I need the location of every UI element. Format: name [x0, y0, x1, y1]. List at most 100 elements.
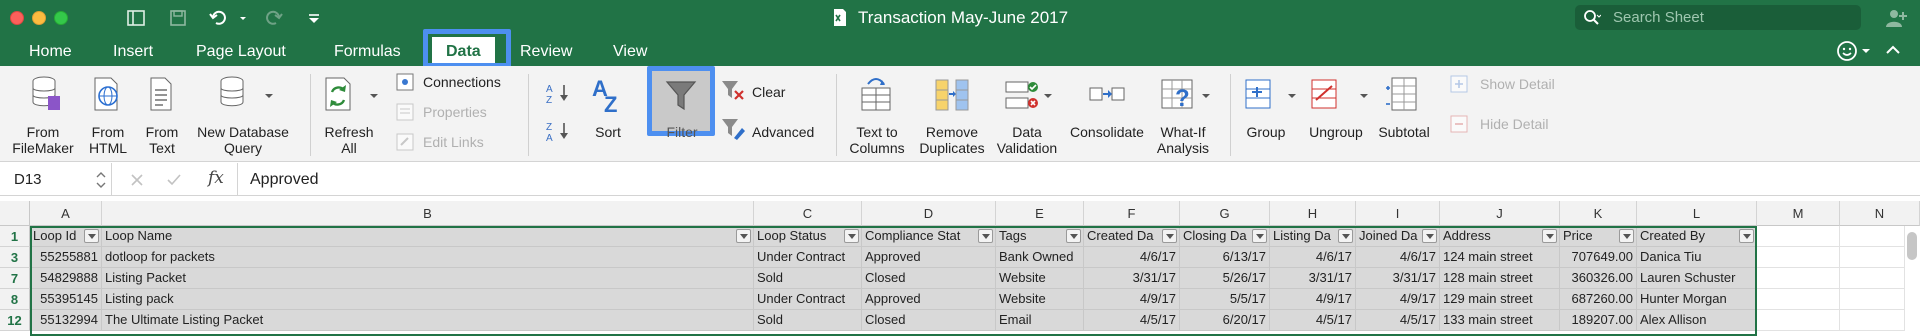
tab-home[interactable]: Home	[29, 37, 72, 66]
column-header-n[interactable]: N	[1840, 201, 1920, 226]
active-filter-dropdown-icon[interactable]	[978, 229, 993, 243]
zoom-window-button[interactable]	[54, 11, 68, 25]
advanced-button[interactable]: Advanced	[752, 123, 814, 141]
advanced-filter-icon[interactable]	[720, 116, 746, 142]
table-cell[interactable]: Bank Owned	[996, 247, 1084, 268]
row-header[interactable]: 8	[0, 289, 30, 310]
table-cell[interactable]: Email	[996, 310, 1084, 331]
group-button[interactable]: Group	[1242, 124, 1290, 140]
empty-cell[interactable]	[1757, 289, 1840, 310]
table-cell[interactable]: Under Contract	[754, 247, 862, 268]
clear-button[interactable]: Clear	[752, 83, 785, 101]
column-header-i[interactable]: I	[1356, 201, 1440, 226]
close-window-button[interactable]	[10, 11, 24, 25]
column-header-e[interactable]: E	[996, 201, 1084, 226]
table-cell[interactable]: Alex Allison	[1637, 310, 1757, 331]
table-cell[interactable]: 55395145	[30, 289, 102, 310]
sidebar-toggle-icon[interactable]	[126, 6, 146, 30]
sort-z-to-a-icon[interactable]: ZA	[544, 120, 572, 142]
what-if-dropdown-icon[interactable]	[1202, 92, 1210, 100]
filter-dropdown-icon[interactable]	[84, 229, 99, 243]
data-validation-icon[interactable]	[1004, 74, 1040, 114]
row-header[interactable]: 1	[0, 226, 30, 247]
table-cell[interactable]: 4/9/17	[1270, 289, 1356, 310]
table-cell[interactable]: 4/9/17	[1084, 289, 1180, 310]
tab-insert[interactable]: Insert	[113, 37, 153, 66]
text-to-columns-button[interactable]: Text to Columns	[846, 124, 908, 156]
select-all-corner[interactable]	[0, 201, 30, 226]
column-header-j[interactable]: J	[1440, 201, 1560, 226]
tab-view[interactable]: View	[613, 37, 647, 66]
row-header[interactable]: 7	[0, 268, 30, 289]
table-cell[interactable]: Sold	[754, 268, 862, 289]
remove-duplicates-button[interactable]: Remove Duplicates	[918, 124, 986, 156]
filemaker-database-icon[interactable]	[30, 74, 62, 114]
column-header-g[interactable]: G	[1180, 201, 1270, 226]
filter-dropdown-icon[interactable]	[1619, 229, 1634, 243]
empty-cell[interactable]	[1840, 226, 1905, 247]
table-cell[interactable]: Website	[996, 289, 1084, 310]
sort-a-to-z-icon[interactable]: AZ	[544, 82, 572, 104]
refresh-all-button[interactable]: Refresh All	[320, 124, 378, 156]
what-if-analysis-button[interactable]: What-If Analysis	[1152, 124, 1214, 156]
tab-page-layout[interactable]: Page Layout	[196, 37, 286, 66]
sort-az-icon[interactable]: AZ	[590, 74, 628, 116]
new-database-query-button[interactable]: New Database Query	[192, 124, 294, 156]
database-query-icon[interactable]	[218, 74, 252, 114]
ungroup-button[interactable]: Ungroup	[1304, 124, 1368, 140]
group-icon[interactable]	[1244, 74, 1274, 114]
filter-button[interactable]: Filter	[660, 124, 704, 140]
table-cell[interactable]: 4/6/17	[1084, 247, 1180, 268]
refresh-dropdown-icon[interactable]	[370, 92, 378, 100]
formula-value[interactable]: Approved	[250, 163, 319, 196]
empty-cell[interactable]	[1757, 268, 1840, 289]
undo-icon[interactable]	[208, 6, 230, 30]
vertical-scroll-thumb[interactable]	[1907, 232, 1917, 260]
tab-formulas[interactable]: Formulas	[334, 37, 401, 66]
table-cell[interactable]: 3/31/17	[1356, 268, 1440, 289]
html-globe-icon[interactable]	[92, 74, 122, 114]
table-cell[interactable]: 3/31/17	[1270, 268, 1356, 289]
column-header-m[interactable]: M	[1757, 201, 1840, 226]
column-header-a[interactable]: A	[30, 201, 102, 226]
table-cell[interactable]: 5/26/17	[1180, 268, 1270, 289]
filter-dropdown-icon[interactable]	[1066, 229, 1081, 243]
hide-detail-button[interactable]: Hide Detail	[1480, 115, 1548, 133]
text-to-columns-icon[interactable]	[858, 74, 894, 114]
tab-review[interactable]: Review	[520, 37, 572, 66]
table-cell[interactable]: Approved	[862, 247, 996, 268]
table-cell[interactable]: 4/5/17	[1084, 310, 1180, 331]
cancel-icon[interactable]	[130, 173, 144, 187]
filter-dropdown-icon[interactable]	[1422, 229, 1437, 243]
search-sheet-input[interactable]: Search Sheet	[1575, 5, 1861, 30]
table-cell[interactable]: Closed	[862, 268, 996, 289]
filter-dropdown-icon[interactable]	[1739, 229, 1754, 243]
filter-dropdown-icon[interactable]	[736, 229, 751, 243]
table-cell[interactable]: Listing pack	[102, 289, 754, 310]
row-header[interactable]: 3	[0, 247, 30, 268]
name-box-stepper-icon[interactable]	[96, 170, 106, 190]
table-cell[interactable]: 124 main street	[1440, 247, 1560, 268]
header-cell[interactable]: Compliance Stat	[862, 226, 996, 247]
consolidate-icon[interactable]	[1088, 74, 1128, 114]
table-cell[interactable]: Closed	[862, 310, 996, 331]
remove-duplicates-icon[interactable]	[934, 74, 970, 114]
undo-dropdown-icon[interactable]	[238, 6, 248, 30]
data-validation-button[interactable]: Data Validation	[994, 124, 1060, 156]
table-cell[interactable]: 4/5/17	[1270, 310, 1356, 331]
from-filemaker-button[interactable]: From FileMaker	[10, 124, 76, 156]
show-detail-button[interactable]: Show Detail	[1480, 75, 1555, 93]
table-cell[interactable]: 54829888	[30, 268, 102, 289]
column-header-d[interactable]: D	[862, 201, 996, 226]
empty-cell[interactable]	[1840, 289, 1905, 310]
clear-filter-icon[interactable]	[720, 78, 746, 102]
table-cell[interactable]: 55255881	[30, 247, 102, 268]
table-cell[interactable]: Danica Tiu	[1637, 247, 1757, 268]
header-cell[interactable]: Loop Name	[102, 226, 754, 247]
table-cell[interactable]: Under Contract	[754, 289, 862, 310]
table-cell[interactable]: Lauren Schuster	[1637, 268, 1757, 289]
filter-funnel-icon[interactable]	[664, 78, 698, 114]
group-dropdown-icon[interactable]	[1288, 92, 1296, 100]
redo-icon[interactable]	[264, 6, 284, 30]
collapse-ribbon-icon[interactable]	[1885, 44, 1901, 56]
